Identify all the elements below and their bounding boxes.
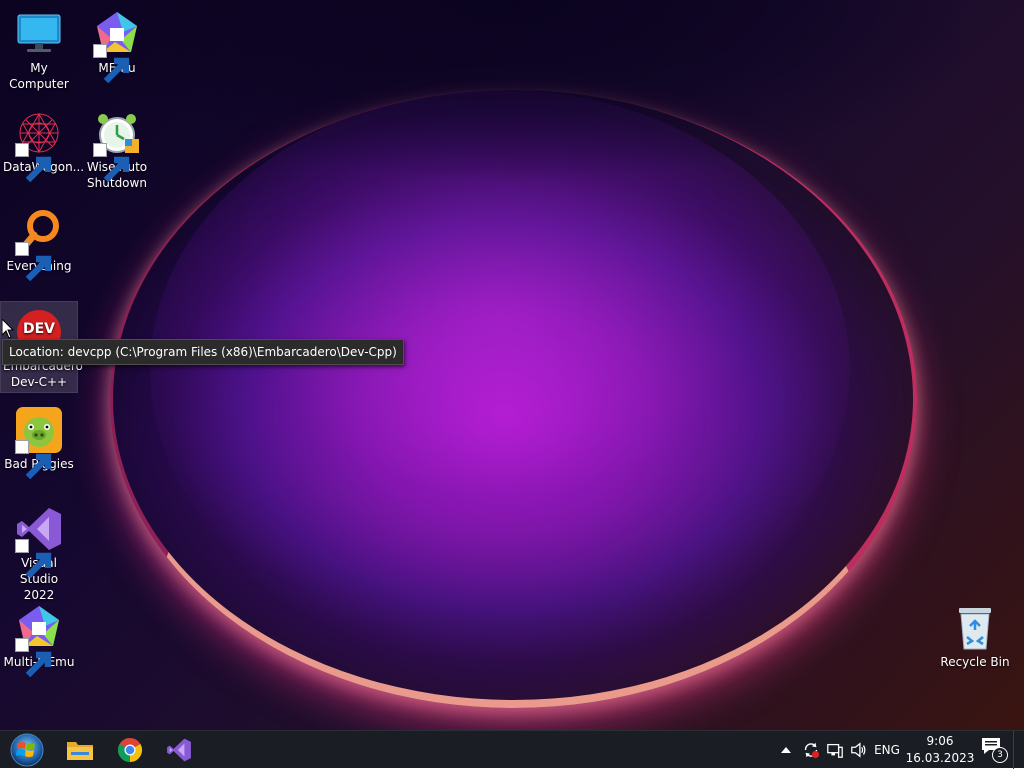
desktop-icon-datawagon[interactable]: DataWagon...: [1, 103, 84, 183]
tray-show-hidden[interactable]: [778, 731, 794, 769]
memu-icon: [93, 10, 141, 84]
network-icon: [827, 743, 843, 758]
icon-label: My Computer: [9, 61, 69, 91]
visual-studio-icon: [15, 505, 63, 579]
chrome-icon: [117, 738, 143, 762]
speaker-icon: [851, 742, 866, 758]
sync-icon: [804, 742, 820, 759]
shortcut-arrow-icon: [15, 638, 52, 678]
shortcut-arrow-icon: [15, 242, 52, 282]
taskbar: ENG 9:06 16.03.2023 3: [0, 730, 1024, 769]
datawagon-icon: [15, 109, 63, 183]
clock-date: 16.03.2023: [905, 751, 975, 765]
visual-studio-icon: [167, 738, 191, 762]
shortcut-arrow-icon: [15, 539, 52, 579]
windows-logo-icon: [10, 733, 44, 767]
notification-count-badge: 3: [992, 747, 1008, 763]
show-desktop-button[interactable]: [1013, 731, 1024, 769]
recycle-bin-icon: [951, 604, 999, 652]
memu-icon: [15, 604, 63, 678]
desktop-icon-everything[interactable]: Everything: [1, 202, 77, 282]
shortcut-arrow-icon: [93, 143, 130, 183]
desktop-icon-visual-studio-2022[interactable]: Visual Studio 2022: [1, 499, 77, 605]
alarm-clock-icon: [93, 109, 141, 183]
magnifier-icon: [15, 208, 63, 282]
wallpaper-shade: [80, 0, 960, 260]
bad-piggies-icon: [15, 406, 63, 480]
desktop-icon-my-computer[interactable]: My Computer: [1, 4, 77, 94]
desktop-icon-wise-auto-shutdown[interactable]: Wise Auto Shutdown: [79, 103, 155, 193]
computer-icon: [15, 10, 63, 58]
location-tooltip: Location: devcpp (C:\Program Files (x86)…: [2, 339, 404, 365]
folder-icon: [67, 742, 93, 760]
shortcut-arrow-icon: [93, 44, 130, 84]
tray-network[interactable]: [824, 731, 846, 769]
taskbar-visual-studio[interactable]: [157, 733, 201, 767]
mouse-cursor-icon: [2, 319, 14, 339]
start-button[interactable]: [6, 732, 48, 768]
desktop-icon-bad-piggies[interactable]: Bad Piggies: [1, 400, 77, 480]
chevron-up-icon: [781, 747, 791, 753]
taskbar-file-explorer[interactable]: [58, 733, 102, 767]
desktop-icon-recycle-bin[interactable]: Recycle Bin: [937, 598, 1013, 672]
svg-text:DEV: DEV: [23, 321, 55, 337]
taskbar-chrome[interactable]: [108, 733, 152, 767]
tray-clock[interactable]: 9:06 16.03.2023: [905, 733, 975, 767]
desktop[interactable]: My Computer MEmu DataWagon... Wise Auto …: [0, 0, 1024, 730]
tray-sync[interactable]: [800, 731, 822, 769]
tray-language[interactable]: ENG: [872, 731, 902, 769]
shortcut-arrow-icon: [15, 440, 52, 480]
clock-time: 9:06: [926, 734, 954, 748]
desktop-icon-memu[interactable]: MEmu: [79, 4, 155, 84]
desktop-icon-multi-memu[interactable]: Multi-MEmu: [1, 598, 77, 678]
tray-volume[interactable]: [848, 731, 870, 769]
shortcut-arrow-icon: [15, 143, 52, 183]
icon-label: Recycle Bin: [940, 655, 1010, 669]
action-center-button[interactable]: 3: [980, 735, 1010, 765]
